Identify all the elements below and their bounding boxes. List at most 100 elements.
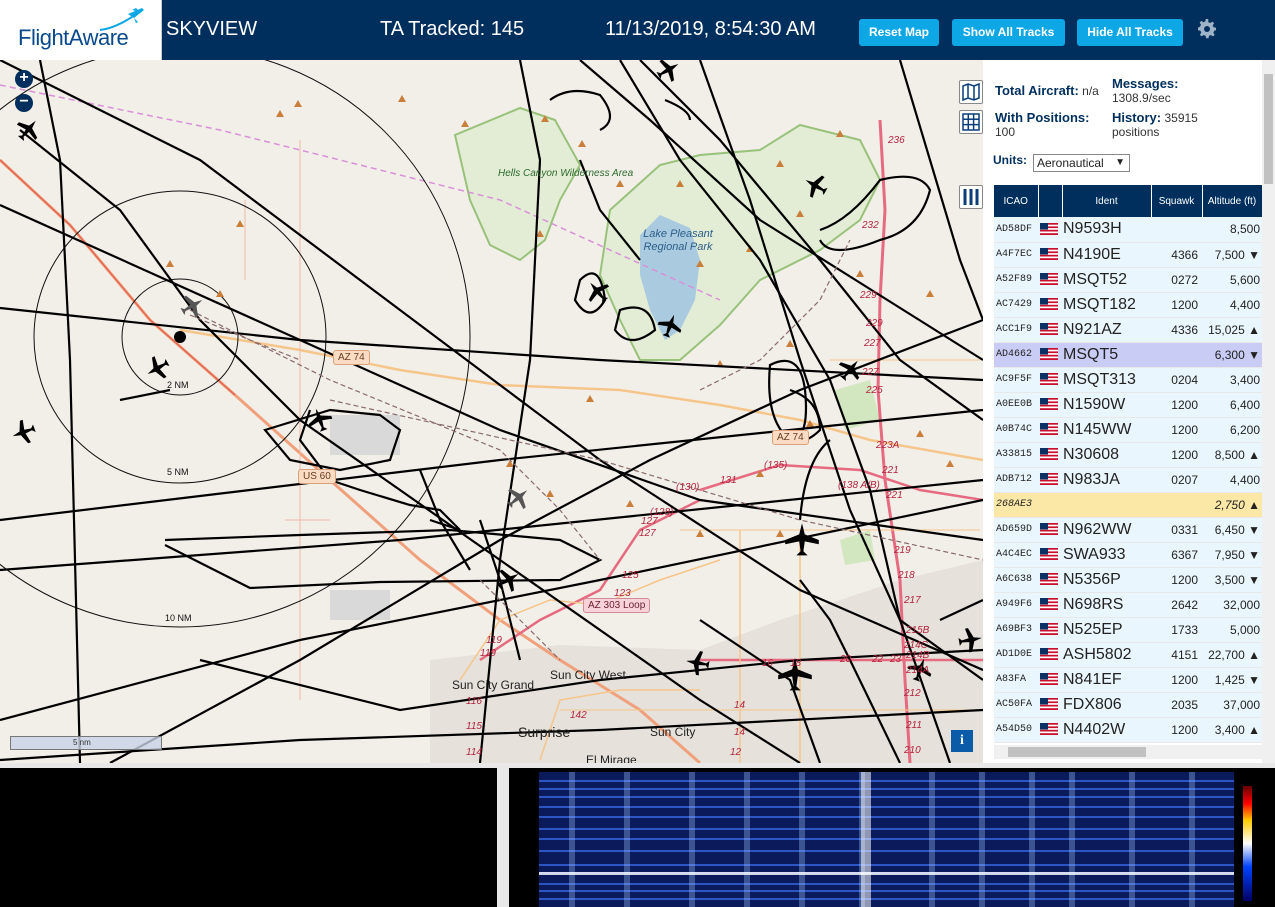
table-row[interactable]: AD1D0E ASH5802 4151 22,700 ▲	[994, 642, 1262, 668]
units-select[interactable]: Aeronautical ▼	[1033, 154, 1130, 172]
top-header: FlightAware SKYVIEW TA Tracked: 145 11/1…	[0, 0, 1275, 60]
cell-flag	[1038, 342, 1062, 368]
flightaware-logo[interactable]: FlightAware	[0, 0, 162, 60]
table-row[interactable]: AD58DF N9593H 8,500	[994, 217, 1262, 243]
cell-icao: A54D50	[994, 717, 1038, 743]
table-row[interactable]: A83FA N841EF 1200 1,425 ▼	[994, 667, 1262, 693]
map-layers-button[interactable]	[959, 80, 983, 104]
table-row[interactable]: A33815 N30608 1200 8,500 ▲	[994, 442, 1262, 468]
scroll-thumb[interactable]	[1264, 74, 1273, 184]
total-aircraft-value: n/a	[1082, 84, 1099, 98]
table-row[interactable]: A949F6 N698RS 2642 32,000	[994, 592, 1262, 618]
cell-ident	[1062, 492, 1151, 518]
vertical-scrollbar[interactable]	[1262, 60, 1275, 763]
table-row[interactable]: A4C4EC SWA933 6367 7,950 ▼	[994, 542, 1262, 568]
cell-squawk: 4336	[1151, 317, 1202, 343]
cell-squawk: 1200	[1151, 392, 1202, 418]
cell-flag	[1038, 242, 1062, 268]
map-view[interactable]: Hells Canyon Wilderness Area Lake Pleasa…	[0, 60, 983, 763]
columns-button[interactable]	[959, 185, 983, 209]
total-aircraft-label: Total Aircraft:	[995, 83, 1079, 98]
route-number: (138 A/B)	[838, 480, 880, 491]
map-icon	[962, 82, 980, 102]
cell-altitude: 4,400	[1202, 467, 1262, 493]
route-number: 115	[466, 721, 482, 732]
grid-icon	[962, 113, 980, 131]
reset-map-button[interactable]: Reset Map	[859, 19, 939, 46]
table-row[interactable]: A0B74C N145WW 1200 6,200	[994, 417, 1262, 443]
table-row[interactable]: AC7429 MSQT182 1200 4,400	[994, 292, 1262, 318]
scale-bar: 5 nm	[10, 736, 162, 750]
bottom-panel	[0, 763, 1275, 907]
table-row[interactable]: A4F7EC N4190E 4366 7,500 ▼	[994, 242, 1262, 268]
table-row[interactable]: A69BF3 N525EP 1733 5,000	[994, 617, 1262, 643]
us-flag-icon	[1040, 548, 1058, 561]
cell-icao: AD58DF	[994, 217, 1038, 243]
cell-altitude: 6,300 ▼	[1202, 342, 1262, 368]
aircraft-table-wrap[interactable]: ICAO Ident Squawk Altitude (ft) AD58DF N9…	[994, 185, 1262, 743]
col-ident[interactable]: Ident	[1062, 185, 1152, 217]
route-number: 225	[866, 385, 883, 396]
table-row[interactable]: AC50FA FDX806 2035 37,000	[994, 692, 1262, 718]
aircraft-table: ICAO Ident Squawk Altitude (ft) AD58DF N9…	[994, 185, 1262, 743]
cell-ident: N841EF	[1062, 667, 1151, 693]
cell-squawk: 2035	[1151, 692, 1202, 718]
table-row[interactable]: AD659D N962WW 0331 6,450 ▼	[994, 517, 1262, 543]
route-number: 236	[888, 135, 905, 146]
show-all-tracks-button[interactable]: Show All Tracks	[952, 19, 1065, 46]
cell-ident: SWA933	[1062, 542, 1151, 568]
table-row[interactable]: AC9F5F MSQT313 0204 3,400	[994, 367, 1262, 393]
cell-icao: AD1D0E	[994, 642, 1038, 668]
route-number: 16	[762, 658, 774, 669]
col-icao[interactable]: ICAO	[994, 185, 1039, 217]
col-altitude[interactable]: Altitude (ft)	[1202, 185, 1262, 217]
col-squawk[interactable]: Squawk	[1151, 185, 1203, 217]
table-row[interactable]: ADB712 N983JA 0207 4,400	[994, 467, 1262, 493]
cell-flag	[1038, 442, 1062, 468]
col-flag[interactable]	[1038, 185, 1063, 217]
cell-flag	[1038, 692, 1062, 718]
cell-altitude: 4,400	[1202, 292, 1262, 318]
zoom-out-button[interactable]: −	[15, 94, 33, 112]
cell-icao: AD4662	[994, 342, 1038, 368]
aircraft-icon	[785, 523, 819, 556]
cell-flag	[1038, 367, 1062, 393]
cell-altitude: 37,000	[1202, 692, 1262, 718]
map-label-sun-city: Sun City	[650, 725, 696, 739]
route-number: 218	[898, 570, 915, 581]
cell-altitude: 3,400 ▲	[1202, 717, 1262, 743]
hide-all-tracks-button[interactable]: Hide All Tracks	[1077, 19, 1183, 46]
us-flag-icon	[1040, 423, 1058, 436]
cell-flag	[1038, 592, 1062, 618]
horizontal-scrollbar[interactable]	[994, 745, 1262, 759]
table-row[interactable]: A6C638 N5356P 1200 3,500 ▼	[994, 567, 1262, 593]
route-number: 18	[790, 658, 802, 669]
table-row[interactable]: AD4662 MSQT5 6,300 ▼	[994, 342, 1262, 368]
cell-ident: N30608	[1062, 442, 1151, 468]
grid-button[interactable]	[959, 110, 983, 134]
table-row[interactable]: A54D50 N4402W 1200 3,400 ▲	[994, 717, 1262, 743]
cell-squawk: 1200	[1151, 442, 1202, 468]
ring-label-5nm: 5 NM	[167, 467, 189, 477]
info-button[interactable]: i	[951, 730, 973, 752]
cell-ident: N9593H	[1062, 217, 1151, 243]
map-label-sun-city-grand: Sun City Grand	[452, 678, 535, 692]
cell-ident: N962WW	[1062, 517, 1151, 543]
table-row[interactable]: ACC1F9 N921AZ 4336 15,025 ▲	[994, 317, 1262, 343]
cell-squawk: 0204	[1151, 367, 1202, 393]
cell-altitude: 6,200	[1202, 417, 1262, 443]
table-row[interactable]: 268AE3 2,750 ▲	[994, 492, 1262, 518]
cell-squawk: 0331	[1151, 517, 1202, 543]
cell-squawk: 1200	[1151, 717, 1202, 743]
cell-ident: MSQT313	[1062, 367, 1151, 393]
table-row[interactable]: A52F89 MSQT52 0272 5,600	[994, 267, 1262, 293]
cell-icao: AD659D	[994, 517, 1038, 543]
cell-ident: N921AZ	[1062, 317, 1151, 343]
scroll-thumb[interactable]	[1008, 747, 1146, 757]
cell-flag	[1038, 517, 1062, 543]
route-number: (130)	[676, 482, 700, 493]
zoom-in-button[interactable]: +	[15, 70, 33, 88]
table-row[interactable]: A0EE0B N1590W 1200 6,400	[994, 392, 1262, 418]
gear-icon[interactable]	[1195, 17, 1219, 41]
cell-flag	[1038, 642, 1062, 668]
